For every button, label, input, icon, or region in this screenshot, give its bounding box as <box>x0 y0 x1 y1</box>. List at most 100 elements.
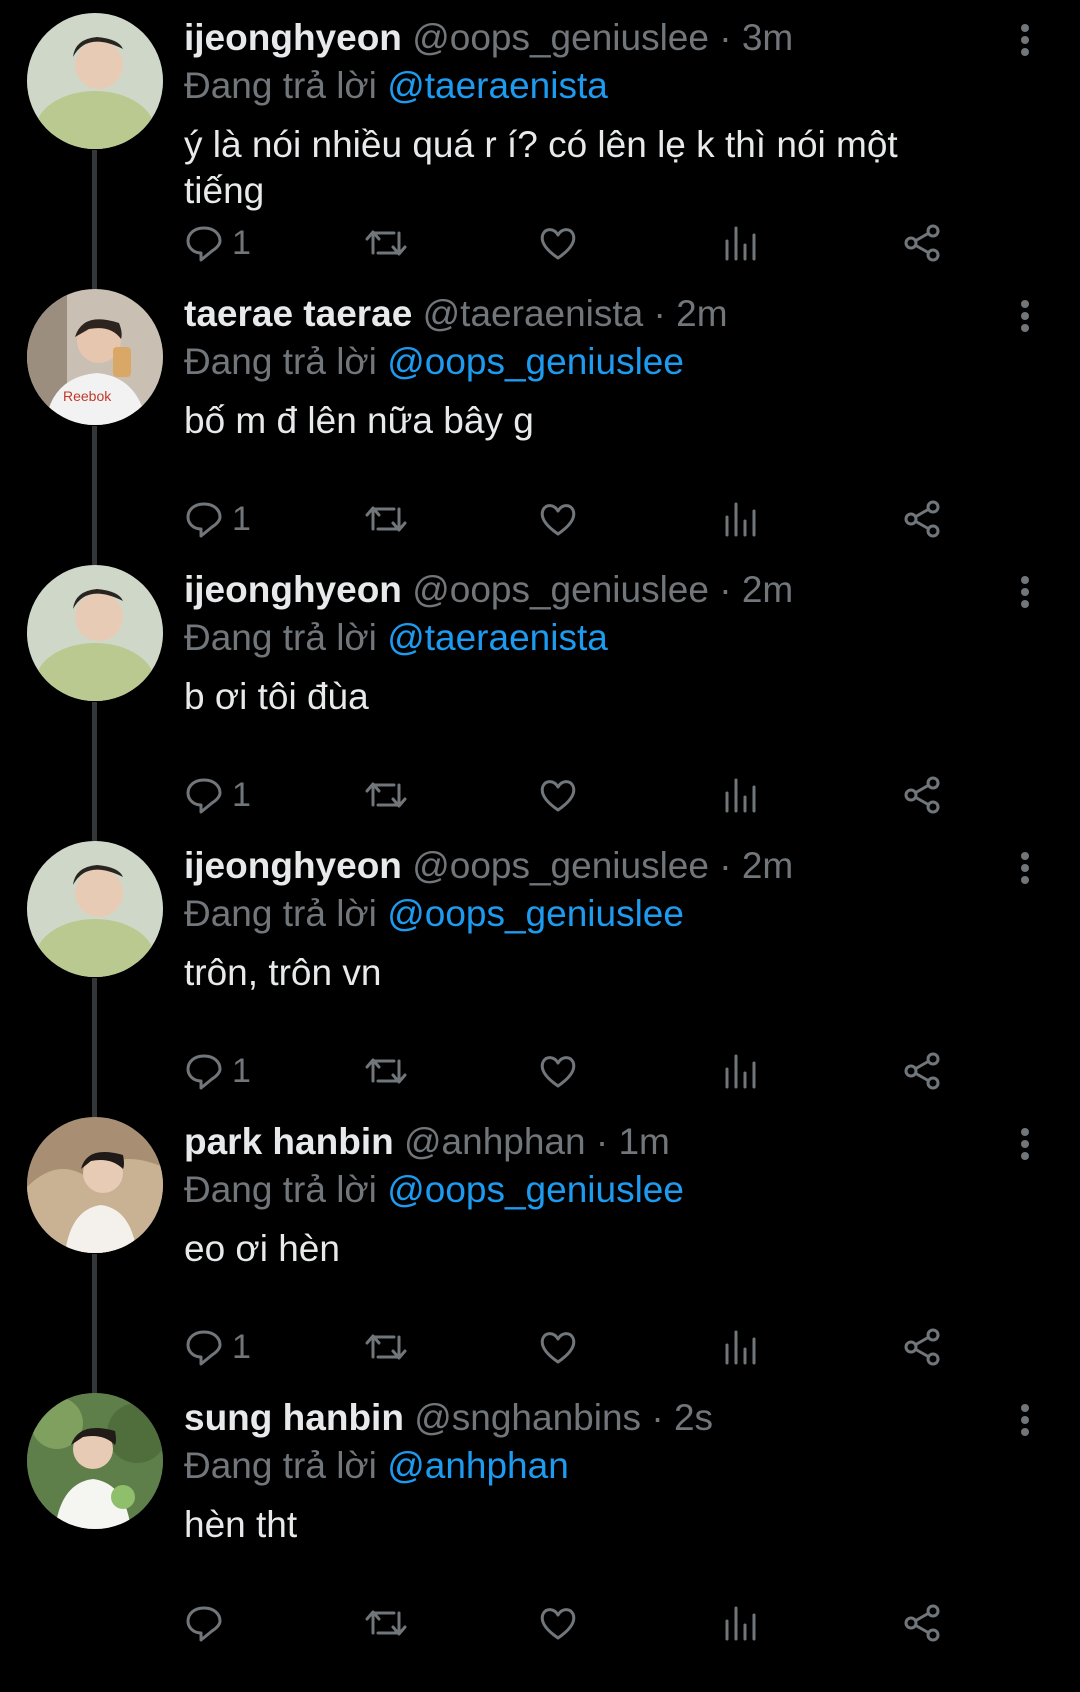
author-handle[interactable]: @oops_geniuslee <box>412 17 709 58</box>
retweet-button[interactable] <box>364 1046 408 1096</box>
action-bar <box>184 1598 1024 1648</box>
tweet[interactable]: ijeonghyeon @oops_geniuslee · 2m Đang tr… <box>0 552 1080 828</box>
author-handle[interactable]: @oops_geniuslee <box>412 569 709 610</box>
retweet-icon <box>365 1334 407 1360</box>
views-button[interactable] <box>722 1598 758 1648</box>
share-icon <box>904 1052 940 1090</box>
share-button[interactable] <box>902 494 942 544</box>
share-icon <box>904 776 940 814</box>
more-options-button[interactable] <box>1010 20 1040 60</box>
timestamp[interactable]: 2m <box>742 845 793 886</box>
replying-to-mention[interactable]: @anhphan <box>387 1445 569 1486</box>
author-name[interactable]: ijeonghyeon <box>184 17 402 58</box>
avatar[interactable] <box>27 841 163 977</box>
action-bar: 1 <box>184 494 1024 544</box>
author-handle[interactable]: @taeraenista <box>423 293 644 334</box>
tweet[interactable]: ijeonghyeon @oops_geniuslee · 3m Đang tr… <box>0 0 1080 276</box>
more-options-button[interactable] <box>1010 1124 1040 1164</box>
author-name[interactable]: taerae taerae <box>184 293 412 334</box>
tweet[interactable]: sung hanbin @snghanbins · 2s Đang trả lờ… <box>0 1380 1080 1692</box>
reply-count: 1 <box>232 1327 251 1366</box>
views-icon <box>725 1054 756 1089</box>
like-button[interactable] <box>538 218 578 268</box>
retweet-button[interactable] <box>364 218 408 268</box>
like-button[interactable] <box>538 494 578 544</box>
author-name[interactable]: sung hanbin <box>184 1397 404 1438</box>
reply-button[interactable]: 1 <box>184 770 251 820</box>
replying-to-mention[interactable]: @taeraenista <box>387 65 608 106</box>
timestamp[interactable]: 2m <box>676 293 727 334</box>
replying-to: Đang trả lời @oops_geniuslee <box>184 890 684 938</box>
reply-button[interactable]: 1 <box>184 1046 251 1096</box>
share-button[interactable] <box>902 1322 942 1372</box>
views-icon <box>725 1330 756 1365</box>
reply-button[interactable]: 1 <box>184 494 251 544</box>
thread-connector <box>92 702 97 828</box>
tweet-header: ijeonghyeon @oops_geniuslee · 2m <box>184 842 793 890</box>
retweet-button[interactable] <box>364 1598 408 1648</box>
reply-button[interactable] <box>184 1598 232 1648</box>
separator-dot: · <box>595 1121 609 1162</box>
like-button[interactable] <box>538 770 578 820</box>
avatar[interactable]: Reebok <box>27 289 163 425</box>
avatar[interactable] <box>27 13 163 149</box>
share-button[interactable] <box>902 218 942 268</box>
action-bar: 1 <box>184 218 1024 268</box>
more-options-button[interactable] <box>1010 1400 1040 1440</box>
timestamp[interactable]: 2s <box>674 1397 713 1438</box>
more-options-button[interactable] <box>1010 848 1040 888</box>
author-handle[interactable]: @anhphan <box>404 1121 586 1162</box>
replying-to: Đang trả lời @taeraenista <box>184 614 608 662</box>
like-button[interactable] <box>538 1598 578 1648</box>
heart-icon <box>540 1332 576 1364</box>
share-button[interactable] <box>902 1046 942 1096</box>
views-button[interactable] <box>722 770 758 820</box>
reply-button[interactable]: 1 <box>184 1322 251 1372</box>
replying-to-mention[interactable]: @oops_geniuslee <box>387 893 684 934</box>
views-button[interactable] <box>722 1046 758 1096</box>
thread-connector <box>92 426 97 552</box>
more-options-button[interactable] <box>1010 572 1040 612</box>
action-bar: 1 <box>184 770 1024 820</box>
tweet-text: trôn, trôn vn <box>184 952 382 993</box>
avatar[interactable] <box>27 565 163 701</box>
like-button[interactable] <box>538 1046 578 1096</box>
tweet-header: ijeonghyeon @oops_geniuslee · 2m <box>184 566 793 614</box>
separator-dot: · <box>719 17 732 58</box>
share-icon <box>904 500 940 538</box>
retweet-button[interactable] <box>364 494 408 544</box>
author-name[interactable]: ijeonghyeon <box>184 845 402 886</box>
avatar[interactable] <box>27 1117 163 1253</box>
action-bar: 1 <box>184 1046 1024 1096</box>
replying-to-mention[interactable]: @oops_geniuslee <box>387 341 684 382</box>
author-handle[interactable]: @oops_geniuslee <box>412 845 709 886</box>
reply-icon <box>186 1054 222 1090</box>
timestamp[interactable]: 1m <box>618 1121 669 1162</box>
views-button[interactable] <box>722 218 758 268</box>
like-button[interactable] <box>538 1322 578 1372</box>
reply-icon <box>186 778 222 814</box>
author-handle[interactable]: @snghanbins <box>414 1397 641 1438</box>
avatar[interactable] <box>27 1393 163 1529</box>
timestamp[interactable]: 3m <box>742 17 793 58</box>
retweet-button[interactable] <box>364 1322 408 1372</box>
more-options-button[interactable] <box>1010 296 1040 336</box>
author-name[interactable]: ijeonghyeon <box>184 569 402 610</box>
views-button[interactable] <box>722 1322 758 1372</box>
reply-count: 1 <box>232 1051 251 1090</box>
views-button[interactable] <box>722 494 758 544</box>
retweet-button[interactable] <box>364 770 408 820</box>
reply-button[interactable]: 1 <box>184 218 251 268</box>
replying-to: Đang trả lời @taeraenista <box>184 62 608 110</box>
replying-to-mention[interactable]: @oops_geniuslee <box>387 1169 684 1210</box>
timestamp[interactable]: 2m <box>742 569 793 610</box>
tweet-text: bố m đ lên nữa bây g <box>184 400 534 441</box>
tweet[interactable]: park hanbin @anhphan · 1m Đang trả lời @… <box>0 1104 1080 1380</box>
tweet[interactable]: ijeonghyeon @oops_geniuslee · 2m Đang tr… <box>0 828 1080 1104</box>
share-button[interactable] <box>902 770 942 820</box>
replying-to-mention[interactable]: @taeraenista <box>387 617 608 658</box>
svg-text:Reebok: Reebok <box>63 388 112 404</box>
share-button[interactable] <box>902 1598 942 1648</box>
author-name[interactable]: park hanbin <box>184 1121 394 1162</box>
tweet[interactable]: Reebok taerae taerae @taeraenista · 2m Đ… <box>0 276 1080 552</box>
